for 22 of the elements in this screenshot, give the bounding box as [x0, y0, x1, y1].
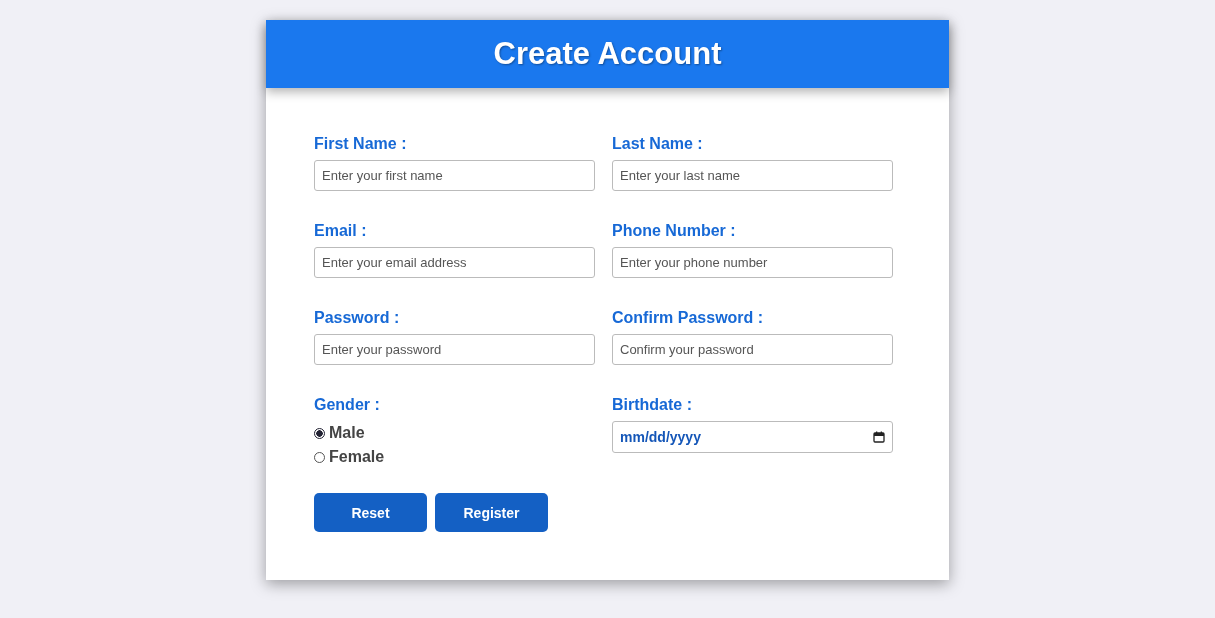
field-label: Last Name : — [612, 134, 704, 154]
radio-button[interactable] — [314, 427, 325, 439]
field-label: Email : — [314, 221, 368, 241]
radio-label[interactable]: Female — [329, 448, 385, 466]
input-field[interactable]: Enter your email address — [314, 247, 595, 278]
input-field[interactable]: Enter your password — [314, 334, 595, 365]
field-label: Phone Number : — [612, 221, 737, 241]
field-label: First Name : — [314, 134, 408, 154]
field-label: Confirm Password : — [612, 308, 765, 328]
form-button[interactable]: Reset — [314, 493, 427, 532]
input-field[interactable]: Enter your last name — [612, 160, 893, 191]
form-title: Create Account — [493, 36, 722, 72]
input-field[interactable]: Enter your first name — [314, 160, 595, 191]
date-field[interactable]: mm/dd/yyyy — [612, 421, 893, 453]
field-label: Birthdate : — [612, 395, 693, 415]
field-label: Password : — [314, 308, 401, 328]
radio-label[interactable]: Male — [329, 424, 365, 442]
form-button[interactable]: Register — [435, 493, 548, 532]
input-field[interactable]: Enter your phone number — [612, 247, 893, 278]
calendar-icon[interactable] — [873, 431, 885, 443]
input-field[interactable]: Confirm your password — [612, 334, 893, 365]
field-label: Gender : — [314, 395, 381, 415]
